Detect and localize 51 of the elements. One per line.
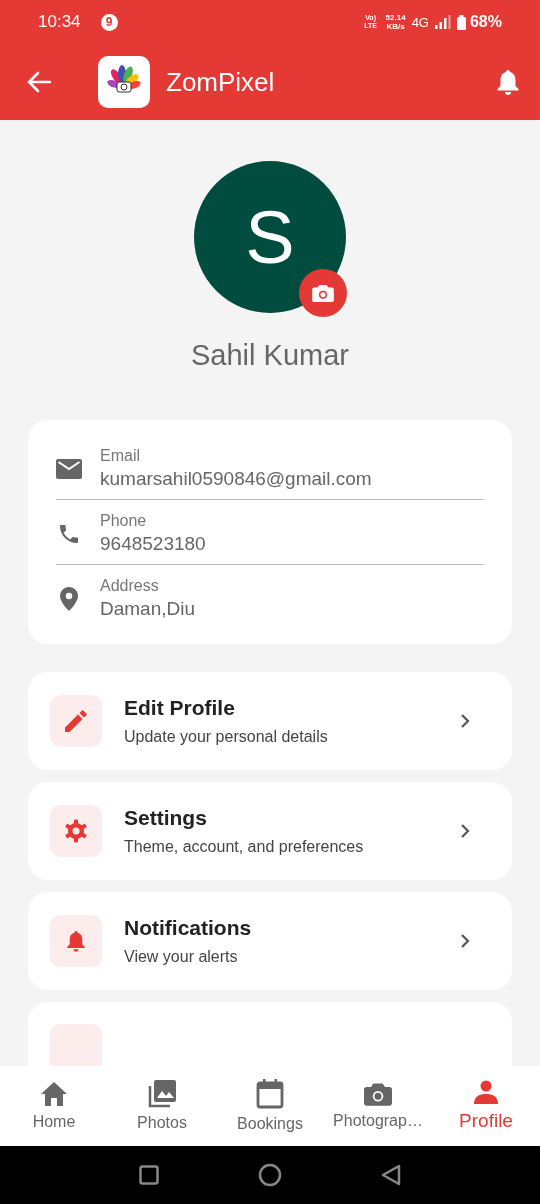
change-photo-button[interactable] bbox=[299, 269, 347, 317]
nav-tab[interactable]: Photograp… bbox=[324, 1066, 432, 1146]
field-value: kumarsahil0590846@gmail.com bbox=[100, 468, 372, 490]
app-logo bbox=[98, 56, 150, 108]
nav-tab[interactable]: Home bbox=[0, 1066, 108, 1146]
chevron-right-icon bbox=[460, 713, 470, 729]
photos-icon bbox=[148, 1080, 176, 1108]
network-type: 4G bbox=[411, 14, 429, 30]
home-icon bbox=[40, 1081, 68, 1107]
menu-item[interactable]: Edit Profile Update your personal details bbox=[28, 672, 512, 770]
notification-count: 9 bbox=[100, 13, 118, 31]
menu-title: Notifications bbox=[124, 916, 253, 940]
person-icon bbox=[473, 1080, 499, 1104]
field-label: Email bbox=[100, 447, 141, 465]
speed-value: 52.14 bbox=[385, 13, 406, 22]
clock-time: 10:34 bbox=[38, 12, 81, 32]
battery-percent: 68% bbox=[469, 13, 502, 31]
field-label: Address bbox=[100, 577, 160, 595]
field-label: Phone bbox=[100, 512, 148, 530]
battery-icon bbox=[456, 14, 466, 30]
recents-icon[interactable] bbox=[139, 1165, 160, 1185]
menu-subtitle: Theme, account, and preferences bbox=[124, 838, 365, 856]
speed-unit: KB/s bbox=[386, 22, 405, 31]
signal-icon bbox=[434, 15, 451, 29]
app-title: ZomPixel bbox=[166, 66, 275, 98]
menu-subtitle: Update your personal details bbox=[124, 728, 329, 746]
nav-tab[interactable]: Profile bbox=[432, 1066, 540, 1146]
nav-tab[interactable]: Photos bbox=[108, 1066, 216, 1146]
field-value: 9648523180 bbox=[100, 533, 206, 555]
nav-tab[interactable]: Bookings bbox=[216, 1066, 324, 1146]
mail-icon bbox=[56, 458, 82, 479]
bell-icon bbox=[66, 929, 86, 953]
back-triangle-icon[interactable] bbox=[380, 1164, 401, 1186]
menu-subtitle: View your alerts bbox=[124, 948, 239, 966]
gear-icon bbox=[64, 819, 88, 843]
menu-title: Edit Profile bbox=[124, 696, 236, 720]
back-icon[interactable] bbox=[26, 71, 52, 93]
calendar-icon bbox=[256, 1079, 284, 1109]
menu-item[interactable]: Settings Theme, account, and preferences bbox=[28, 782, 512, 880]
camera-icon bbox=[312, 284, 334, 302]
bell-icon[interactable] bbox=[496, 69, 520, 95]
avatar: S bbox=[194, 161, 346, 313]
menu-item[interactable]: Notifications View your alerts bbox=[28, 892, 512, 990]
user-name: Sahil Kumar bbox=[191, 339, 349, 372]
pencil-icon bbox=[65, 710, 87, 732]
menu-title: Settings bbox=[124, 806, 208, 830]
chevron-right-icon bbox=[460, 823, 470, 839]
field-value: Daman,Diu bbox=[100, 598, 196, 620]
camera-icon bbox=[364, 1082, 392, 1106]
chevron-right-icon bbox=[460, 933, 470, 949]
home-button-icon[interactable] bbox=[258, 1163, 282, 1187]
